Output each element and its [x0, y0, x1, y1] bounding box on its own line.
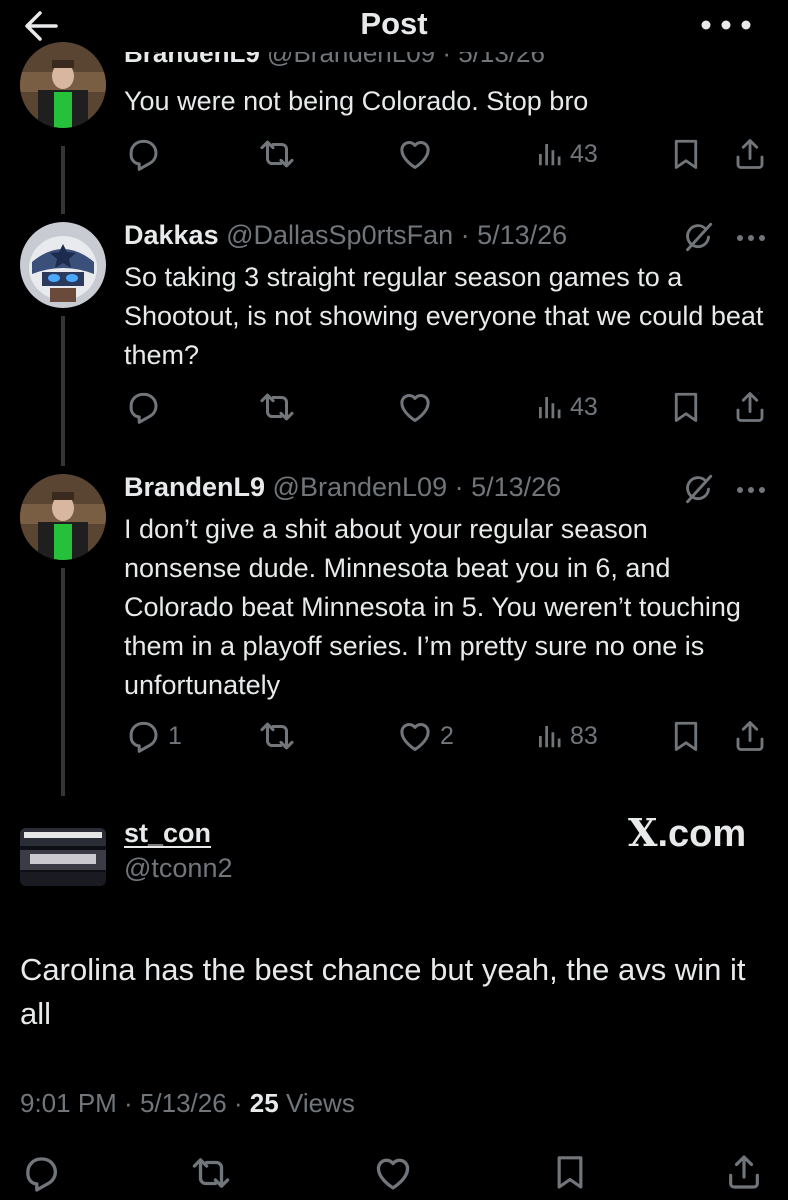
reply-icon	[124, 388, 162, 426]
avatar[interactable]	[20, 222, 106, 308]
tweet-date[interactable]: 5/13/26	[477, 220, 567, 250]
tweet-text: You were not being Colorado. Stop bro	[124, 86, 589, 116]
repost-icon	[258, 135, 296, 173]
views-label: Views	[285, 1088, 355, 1118]
author-handle[interactable]: @tconn2	[124, 853, 232, 884]
repost-button[interactable]	[258, 385, 302, 429]
tweet-header-clipped: BrandenL9 @BrandenL09 · 5/13/26	[124, 52, 764, 72]
post-date: 5/13/26	[139, 1088, 227, 1118]
view-count: 43	[570, 392, 598, 421]
author-handle: @BrandenL09	[267, 52, 436, 68]
x-watermark: X.com	[628, 810, 747, 855]
share-button[interactable]	[732, 132, 768, 176]
bookmark-icon	[668, 136, 704, 172]
tweet-actions: 1 2 83	[0, 714, 788, 758]
repost-button[interactable]	[258, 714, 302, 758]
share-button[interactable]	[732, 385, 768, 429]
share-button[interactable]	[732, 714, 768, 758]
author-name: BrandenL9	[124, 52, 260, 68]
bookmark-icon	[668, 718, 704, 754]
author-name[interactable]: st_con	[124, 818, 211, 849]
heart-icon	[396, 388, 434, 426]
heart-icon	[396, 717, 434, 755]
author-handle[interactable]: @DallasSp0rtsFan	[226, 220, 453, 250]
post-meta: 9:01 PM · 5/13/26 · 25 Views	[20, 1088, 355, 1118]
more-horizontal-icon[interactable]	[698, 10, 754, 40]
views-count: 25	[249, 1088, 279, 1118]
tweet-date[interactable]: 5/13/26	[471, 472, 561, 502]
tweet-header: BrandenL9 @BrandenL09 · 5/13/26	[124, 472, 562, 502]
bookmark-button[interactable]	[668, 385, 704, 429]
view-count: 83	[570, 721, 598, 750]
grok-icon[interactable]	[680, 219, 716, 255]
like-count: 2	[440, 721, 454, 750]
views-chart-icon	[534, 392, 564, 422]
reply-icon	[124, 135, 162, 173]
author-name[interactable]: BrandenL9	[124, 472, 265, 502]
reply-icon[interactable]	[20, 1152, 60, 1192]
repost-button[interactable]	[258, 132, 302, 176]
heart-icon[interactable]	[372, 1152, 412, 1192]
reply-button[interactable]	[124, 132, 168, 176]
thread-line	[61, 568, 65, 796]
bookmark-button[interactable]	[668, 714, 704, 758]
share-icon	[732, 389, 768, 425]
reply-count: 1	[168, 721, 182, 750]
views-button[interactable]: 43	[534, 385, 598, 429]
share-icon	[732, 136, 768, 172]
more-horizontal-icon[interactable]	[734, 228, 768, 248]
reply-button[interactable]	[124, 385, 168, 429]
tweet-actions: 43	[0, 132, 788, 176]
like-button[interactable]	[396, 385, 440, 429]
like-button[interactable]: 2	[396, 714, 454, 758]
author-name[interactable]: Dakkas	[124, 220, 219, 250]
tweet-date: 5/13/26	[458, 52, 545, 68]
repost-icon[interactable]	[190, 1152, 230, 1192]
page-title: Post	[360, 6, 428, 41]
share-icon	[732, 718, 768, 754]
post-action-bar	[0, 1148, 788, 1196]
repost-icon	[258, 717, 296, 755]
bookmark-icon	[668, 389, 704, 425]
post-time: 9:01 PM	[20, 1088, 117, 1118]
heart-icon	[396, 135, 434, 173]
grok-icon[interactable]	[680, 471, 716, 507]
author-handle[interactable]: @BrandenL09	[273, 472, 448, 502]
views-button[interactable]: 43	[534, 132, 598, 176]
reply-icon	[124, 717, 162, 755]
bookmark-button[interactable]	[668, 132, 704, 176]
post-text: Carolina has the best chance but yeah, t…	[20, 952, 746, 1031]
more-horizontal-icon[interactable]	[734, 480, 768, 500]
share-icon[interactable]	[724, 1152, 764, 1192]
bookmark-icon[interactable]	[550, 1152, 590, 1192]
avatar[interactable]	[20, 474, 106, 560]
avatar[interactable]	[20, 42, 106, 128]
like-button[interactable]	[396, 132, 440, 176]
top-bar: Post	[0, 0, 788, 56]
views-chart-icon	[534, 139, 564, 169]
tweet-text: So taking 3 straight regular season game…	[124, 262, 764, 370]
views-chart-icon	[534, 721, 564, 751]
tweet-actions: 43	[0, 385, 788, 429]
tweet-header: Dakkas @DallasSp0rtsFan · 5/13/26	[124, 220, 568, 250]
tweet-text: I don’t give a shit about your regular s…	[124, 514, 741, 700]
view-count: 43	[570, 139, 598, 168]
reply-button[interactable]: 1	[124, 714, 182, 758]
views-button[interactable]: 83	[534, 714, 598, 758]
repost-icon	[258, 388, 296, 426]
avatar[interactable]	[20, 828, 106, 886]
